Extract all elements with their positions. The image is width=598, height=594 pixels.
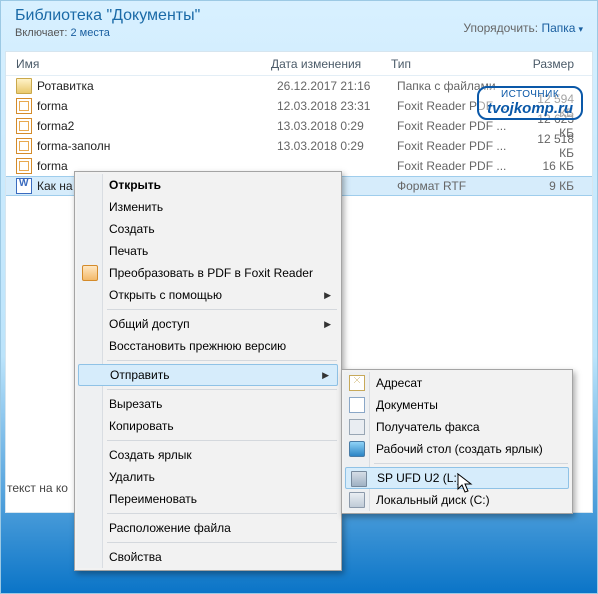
context-menu[interactable]: Открыть Изменить Создать Печать Преобразоват… — [74, 171, 342, 571]
menu-item[interactable]: Переименовать — [77, 488, 339, 510]
menu-item[interactable]: Создать ярлык — [77, 444, 339, 466]
submenu-item[interactable]: Адресат — [344, 372, 570, 394]
submenu-arrow-icon: ▶ — [322, 370, 329, 381]
file-size: 9 КБ — [527, 179, 592, 193]
arrange-label: Упорядочить: — [463, 21, 538, 35]
menu-item-label: Создать — [109, 222, 155, 236]
menu-item[interactable]: Копировать — [77, 415, 339, 437]
menu-item-label: Копировать — [109, 419, 174, 433]
menu-item[interactable]: Расположение файла — [77, 517, 339, 539]
menu-item-label: Печать — [109, 244, 148, 258]
watermark-label: ИСТОЧНИК — [487, 90, 573, 101]
menu-separator — [107, 389, 337, 390]
file-date: 13.03.2018 0:29 — [277, 119, 397, 133]
menu-item[interactable]: Преобразовать в PDF в Foxit Reader — [77, 262, 339, 284]
col-date[interactable]: Дата изменения — [271, 57, 391, 71]
submenu-item-label: Получатель факса — [376, 420, 480, 434]
menu-separator — [107, 542, 337, 543]
menu-item[interactable]: Печать — [77, 240, 339, 262]
file-name: forma2 — [37, 119, 277, 133]
file-date: 26.12.2017 21:16 — [277, 79, 397, 93]
includes-label: Включает: — [15, 27, 67, 39]
submenu-item-label: Адресат — [376, 376, 422, 390]
disk-icon — [349, 492, 365, 508]
menu-item-label: Преобразовать в PDF в Foxit Reader — [109, 266, 313, 280]
file-size: 12 518 КБ — [527, 132, 592, 160]
source-watermark: ИСТОЧНИК tvojkomp.ru — [477, 86, 583, 120]
menu-separator — [107, 309, 337, 310]
menu-item[interactable]: Восстановить прежнюю версию — [77, 335, 339, 357]
menu-item-label: Удалить — [109, 470, 155, 484]
menu-item[interactable]: Отправить ▶ — [78, 364, 338, 386]
submenu-item-label: SP UFD U2 (L:) — [377, 471, 461, 485]
menu-separator — [374, 463, 568, 464]
submenu-item-label: Локальный диск (C:) — [376, 493, 490, 507]
menu-item-label: Отправить — [110, 368, 170, 382]
file-size: 16 КБ — [527, 159, 592, 173]
file-date: 12.03.2018 23:31 — [277, 99, 397, 113]
col-size[interactable]: Размер — [521, 57, 592, 71]
send-to-submenu[interactable]: Адресат Документы Получатель факса Рабочий … — [341, 369, 573, 514]
truncated-text: текст на ко — [7, 481, 68, 495]
menu-item-label: Переименовать — [109, 492, 197, 506]
file-name: Ротавитка — [37, 79, 277, 93]
file-name: forma — [37, 99, 277, 113]
desk-icon — [349, 441, 365, 457]
submenu-item-label: Документы — [376, 398, 438, 412]
docs-icon — [349, 397, 365, 413]
menu-separator — [107, 360, 337, 361]
menu-item-label: Вырезать — [109, 397, 162, 411]
rtf-icon — [16, 178, 32, 194]
fax-icon — [349, 419, 365, 435]
file-name: forma-заполн — [37, 139, 277, 153]
col-name[interactable]: Имя — [16, 57, 271, 71]
menu-item-label: Восстановить прежнюю версию — [109, 339, 286, 353]
menu-separator — [107, 440, 337, 441]
foxit-icon — [82, 265, 98, 281]
submenu-arrow-icon: ▶ — [324, 319, 331, 330]
menu-item[interactable]: Свойства — [77, 546, 339, 568]
pdf-icon — [16, 118, 32, 134]
menu-item-label: Общий доступ — [109, 317, 190, 331]
submenu-item[interactable]: Локальный диск (C:) — [344, 489, 570, 511]
submenu-item[interactable]: Рабочий стол (создать ярлык) — [344, 438, 570, 460]
file-row[interactable]: forma-заполн13.03.2018 0:29Foxit Reader … — [6, 136, 592, 156]
file-type: Foxit Reader PDF ... — [397, 159, 527, 173]
usb-icon — [351, 471, 367, 487]
menu-item-label: Открыть — [109, 178, 161, 192]
file-type: Формат RTF — [397, 179, 527, 193]
menu-item-label: Расположение файла — [109, 521, 231, 535]
menu-item[interactable]: Вырезать — [77, 393, 339, 415]
watermark-site: tvojkomp.ru — [487, 101, 573, 117]
arrange-value[interactable]: Папка — [541, 21, 583, 35]
file-date: 13.03.2018 0:29 — [277, 139, 397, 153]
menu-item-label: Изменить — [109, 200, 163, 214]
menu-item-label: Открыть с помощью — [109, 288, 222, 302]
submenu-item[interactable]: Документы — [344, 394, 570, 416]
pdf-icon — [16, 158, 32, 174]
column-headers[interactable]: Имя Дата изменения Тип Размер — [6, 52, 592, 76]
submenu-item[interactable]: Получатель факса — [344, 416, 570, 438]
menu-item[interactable]: Создать — [77, 218, 339, 240]
file-type: Foxit Reader PDF ... — [397, 119, 527, 133]
file-type: Foxit Reader PDF ... — [397, 139, 527, 153]
pdf-icon — [16, 98, 32, 114]
submenu-arrow-icon: ▶ — [324, 290, 331, 301]
col-type[interactable]: Тип — [391, 57, 521, 71]
submenu-item[interactable]: SP UFD U2 (L:) — [345, 467, 569, 489]
arrange-by[interactable]: Упорядочить: Папка — [463, 21, 583, 35]
menu-item-label: Создать ярлык — [109, 448, 192, 462]
menu-item-label: Свойства — [109, 550, 162, 564]
includes-link[interactable]: 2 места — [70, 27, 109, 39]
submenu-item-label: Рабочий стол (создать ярлык) — [376, 442, 543, 456]
menu-separator — [107, 513, 337, 514]
menu-item[interactable]: Общий доступ ▶ — [77, 313, 339, 335]
menu-item[interactable]: Изменить — [77, 196, 339, 218]
folder-icon — [16, 78, 32, 94]
menu-item[interactable]: Открыть с помощью ▶ — [77, 284, 339, 306]
pdf-icon — [16, 138, 32, 154]
menu-item[interactable]: Удалить — [77, 466, 339, 488]
mail-icon — [349, 375, 365, 391]
menu-item[interactable]: Открыть — [77, 174, 339, 196]
